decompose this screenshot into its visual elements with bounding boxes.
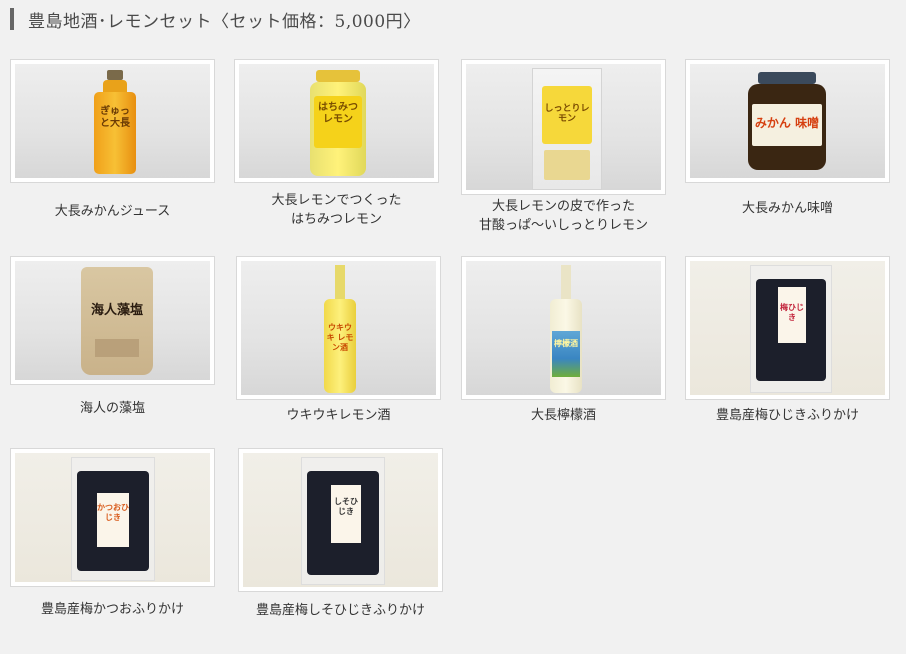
mikan-miso-jar-image: みかん 味噌: [748, 72, 826, 170]
product-caption[interactable]: 海人の藻塩: [11, 399, 214, 418]
product-photo[interactable]: ぎゅっと大長: [11, 60, 214, 182]
lemon-liqueur-bottle-image: ウキウキ レモン酒: [324, 265, 356, 393]
product-card-ume-shiso-hijiki[interactable]: しそひじき 豊島産梅しそひじきふりかけ: [239, 449, 442, 629]
product-caption[interactable]: 大長みかん味噌: [686, 199, 889, 218]
title-accent-bar: [10, 8, 14, 30]
seaweed-salt-bag-image: 海人藻塩: [81, 267, 153, 375]
product-photo[interactable]: しそひじき: [239, 449, 442, 591]
lemon-sake-label: 檸檬酒: [554, 339, 578, 348]
product-caption[interactable]: 大長檸檬酒: [462, 406, 665, 425]
product-photo[interactable]: ウキウキ レモン酒: [237, 257, 440, 399]
honey-lemon-label: はちみつレモン: [318, 102, 358, 125]
page-title: 豊島地酒･レモンセット〈セット価格：5,000円〉: [28, 11, 421, 32]
dried-lemon-peel-bag-image: しっとりレモン: [532, 68, 602, 190]
product-card-lemon-peel[interactable]: しっとりレモン 大長レモンの皮で作った 甘酸っぱ〜いしっとりレモン: [462, 60, 665, 240]
ume-shiso-hijiki-label: しそひじき: [334, 497, 358, 516]
mikan-miso-label: みかん 味噌: [754, 116, 820, 130]
ume-katsuo-label: かつおひじき: [97, 503, 129, 522]
product-card-lemon-sake[interactable]: 檸檬酒 大長檸檬酒: [462, 257, 665, 432]
product-card-ume-hijiki[interactable]: 梅ひじき 豊島産梅ひじきふりかけ: [686, 257, 889, 432]
product-photo[interactable]: 海人藻塩: [11, 257, 214, 384]
seaweed-salt-label: 海人藻塩: [90, 303, 143, 318]
product-photo[interactable]: 梅ひじき: [686, 257, 889, 399]
product-caption[interactable]: 豊島産梅ひじきふりかけ: [686, 406, 889, 425]
honey-lemon-jar-image: はちみつレモン: [310, 70, 366, 176]
product-card-orange-juice[interactable]: ぎゅっと大長 大長みかんジュース: [11, 60, 214, 230]
product-photo[interactable]: 檸檬酒: [462, 257, 665, 399]
product-caption[interactable]: 大長レモンでつくった はちみつレモン: [235, 191, 438, 229]
lemon-liqueur-label: ウキウキ レモン酒: [326, 323, 354, 352]
product-caption[interactable]: ウキウキレモン酒: [237, 406, 440, 425]
product-card-ume-katsuo[interactable]: かつおひじき 豊島産梅かつおふりかけ: [11, 449, 214, 629]
product-caption[interactable]: 豊島産梅しそひじきふりかけ: [239, 601, 442, 620]
product-card-seaweed-salt[interactable]: 海人藻塩 海人の藻塩: [11, 257, 214, 427]
product-card-mikan-miso[interactable]: みかん 味噌 大長みかん味噌: [686, 60, 889, 220]
product-photo[interactable]: はちみつレモン: [235, 60, 438, 182]
product-caption[interactable]: 大長レモンの皮で作った 甘酸っぱ〜いしっとりレモン: [462, 197, 665, 235]
product-photo[interactable]: かつおひじき: [11, 449, 214, 586]
product-photo[interactable]: みかん 味噌: [686, 60, 889, 182]
product-caption[interactable]: 大長みかんジュース: [11, 202, 214, 221]
ume-hijiki-furikake-bag-image: 梅ひじき: [750, 265, 832, 393]
lemon-sake-bottle-image: 檸檬酒: [550, 265, 582, 393]
product-photo[interactable]: しっとりレモン: [462, 60, 665, 194]
product-card-lemon-liqueur[interactable]: ウキウキ レモン酒 ウキウキレモン酒: [237, 257, 440, 432]
orange-juice-bottle-image: ぎゅっと大長: [94, 70, 136, 174]
ume-hijiki-label: 梅ひじき: [780, 303, 804, 322]
ume-shiso-hijiki-furikake-bag-image: しそひじき: [301, 457, 385, 585]
orange-juice-label: ぎゅっと大長: [100, 106, 130, 129]
product-caption[interactable]: 豊島産梅かつおふりかけ: [11, 600, 214, 619]
product-card-honey-lemon[interactable]: はちみつレモン 大長レモンでつくった はちみつレモン: [235, 60, 438, 235]
ume-katsuo-furikake-bag-image: かつおひじき: [71, 457, 155, 581]
page-header: 豊島地酒･レモンセット〈セット価格：5,000円〉: [10, 7, 421, 32]
lemon-peel-label: しっとりレモン: [544, 104, 590, 124]
